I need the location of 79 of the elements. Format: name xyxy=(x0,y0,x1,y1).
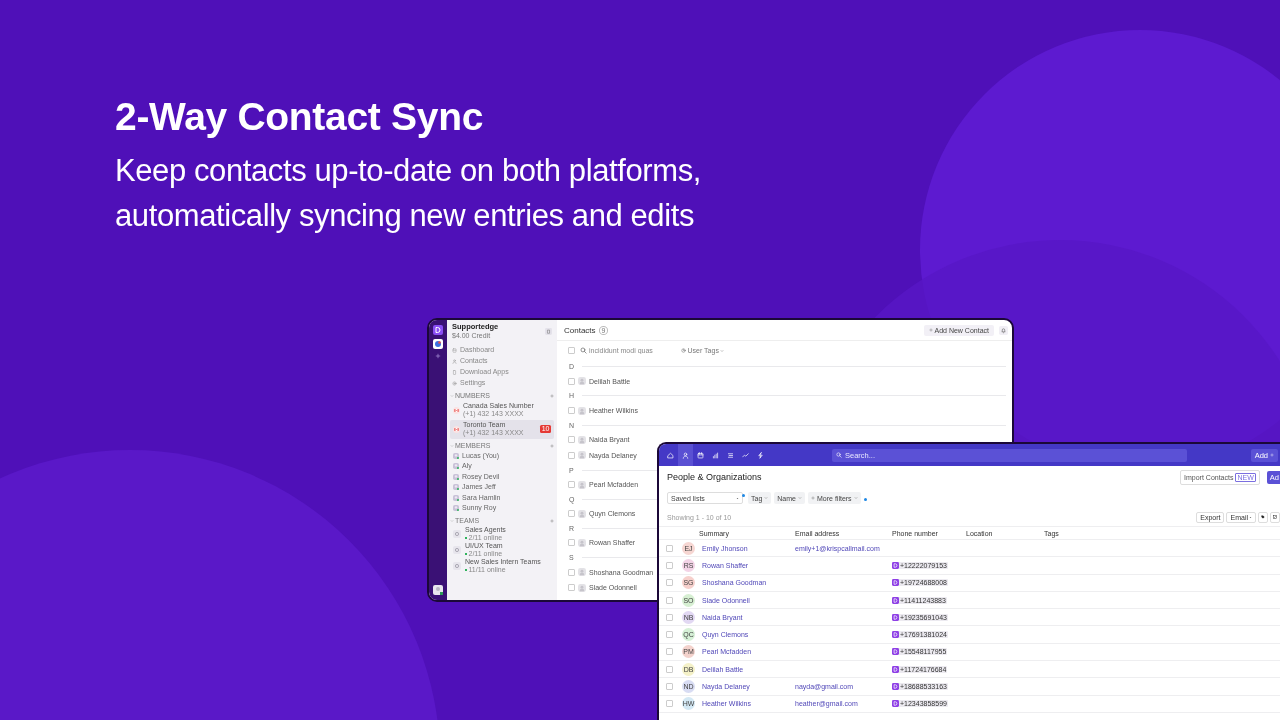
indicator-dot-icon xyxy=(742,494,745,497)
subheadline: Keep contacts up-to-date on both platforms, automatically syncing new entries and edits xyxy=(115,152,702,235)
bar-chart-icon xyxy=(712,451,719,459)
team-icon xyxy=(453,545,461,554)
indicator-dot-icon xyxy=(863,497,867,501)
checkbox[interactable] xyxy=(666,613,673,621)
avatar-icon xyxy=(578,583,586,592)
checkbox[interactable] xyxy=(666,631,673,639)
avatar-icon xyxy=(453,494,459,501)
home-icon xyxy=(667,451,674,459)
person-icon xyxy=(682,451,689,459)
page-title: Contacts xyxy=(564,325,596,335)
nav-tab[interactable] xyxy=(678,444,693,466)
headline: 2-Way Contact Sync xyxy=(115,94,485,140)
checkbox[interactable] xyxy=(568,584,575,592)
avatar-icon xyxy=(433,585,443,595)
grid-icon xyxy=(452,347,457,353)
app-icon xyxy=(892,683,899,690)
avatar-icon xyxy=(578,480,586,489)
bolt-icon xyxy=(757,451,764,459)
plus-icon[interactable] xyxy=(435,353,441,359)
checkbox[interactable] xyxy=(568,377,575,385)
checkbox[interactable] xyxy=(568,347,575,354)
checkbox[interactable] xyxy=(666,665,673,673)
trend-icon xyxy=(742,451,749,459)
checkbox[interactable] xyxy=(666,544,673,552)
avatar-icon xyxy=(453,484,459,491)
checkbox[interactable] xyxy=(568,436,575,444)
avatar-icon xyxy=(453,473,459,480)
avatar-icon xyxy=(578,509,586,518)
settings-icon[interactable] xyxy=(545,327,552,335)
app-icon xyxy=(892,561,899,569)
app-icon xyxy=(892,579,899,587)
checkbox[interactable] xyxy=(568,407,575,415)
app-icon xyxy=(892,613,899,621)
avatar-icon xyxy=(578,451,586,460)
avatar-icon xyxy=(453,463,459,470)
checkbox[interactable] xyxy=(666,648,673,656)
avatar-icon xyxy=(578,406,586,415)
search-icon xyxy=(580,347,587,354)
checkbox[interactable] xyxy=(666,683,673,690)
edit-icon xyxy=(1273,515,1277,519)
calendar-icon xyxy=(697,451,704,459)
avatar-icon xyxy=(578,435,586,444)
avatar-icon xyxy=(578,538,586,547)
phone-icon xyxy=(452,369,457,375)
logo-icon xyxy=(433,325,443,335)
checkbox[interactable] xyxy=(568,539,575,547)
checkbox[interactable] xyxy=(666,596,673,604)
team-icon xyxy=(453,561,461,570)
plus-icon xyxy=(811,496,815,500)
checkbox[interactable] xyxy=(568,510,575,518)
search-icon xyxy=(836,452,842,458)
bell-icon[interactable] xyxy=(999,325,1008,335)
checkbox[interactable] xyxy=(568,451,575,459)
tag-button[interactable] xyxy=(1258,511,1268,523)
app-icon xyxy=(433,339,443,349)
app-icon xyxy=(892,631,899,639)
checkbox[interactable] xyxy=(568,481,575,489)
list-icon xyxy=(727,451,734,459)
checkbox[interactable] xyxy=(666,561,673,569)
avatar-icon xyxy=(578,568,586,577)
checkbox[interactable] xyxy=(568,568,575,576)
avatar-icon xyxy=(453,452,459,459)
app-icon xyxy=(892,596,899,604)
person-icon xyxy=(452,358,457,364)
avatar-icon xyxy=(453,505,459,512)
page-title: People & Organizations xyxy=(667,472,762,482)
checkbox[interactable] xyxy=(666,579,673,587)
avatar-icon xyxy=(578,377,586,386)
plus-icon xyxy=(1270,453,1274,457)
app-icon xyxy=(892,665,899,673)
flag-icon xyxy=(453,406,460,414)
app-icon xyxy=(892,700,899,708)
app-icon xyxy=(892,648,899,656)
chevron-icon xyxy=(720,348,725,353)
flag-icon xyxy=(453,425,460,433)
team-icon xyxy=(453,529,461,538)
checkbox[interactable] xyxy=(666,700,673,708)
